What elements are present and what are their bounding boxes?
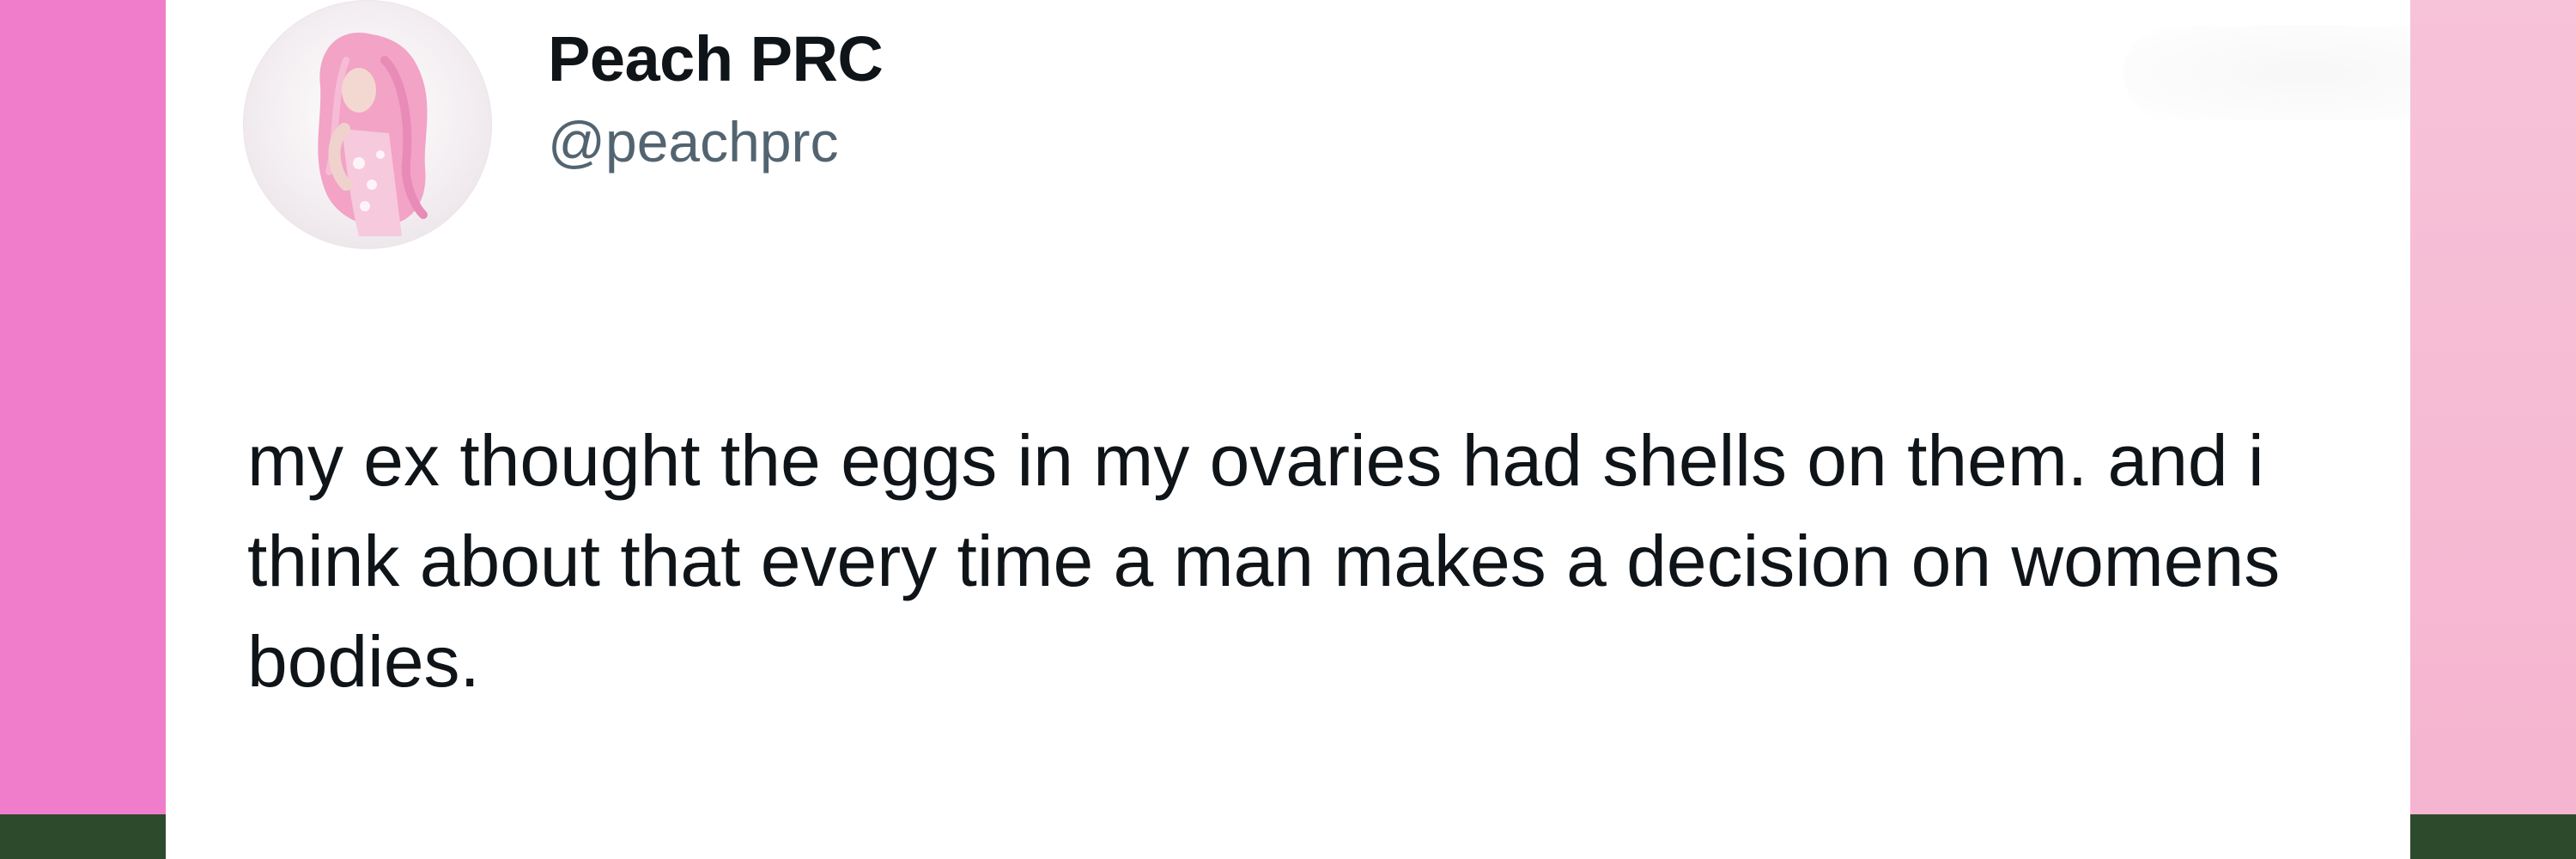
left-floor-strip	[0, 814, 166, 859]
left-background-panel	[0, 0, 166, 859]
profile-photo-icon	[318, 33, 428, 236]
right-floor-strip	[2410, 814, 2576, 859]
right-background-panel	[2410, 0, 2576, 859]
avatar[interactable]	[243, 0, 492, 249]
author-block: Peach PRC @peachprc	[548, 24, 884, 174]
tweet-card: Peach PRC @peachprc my ex thought the eg…	[166, 0, 2484, 859]
tweet-text: my ex thought the eggs in my ovaries had…	[247, 420, 2281, 702]
author-handle[interactable]: @peachprc	[548, 111, 883, 174]
author-display-name[interactable]: Peach PRC	[548, 24, 884, 94]
